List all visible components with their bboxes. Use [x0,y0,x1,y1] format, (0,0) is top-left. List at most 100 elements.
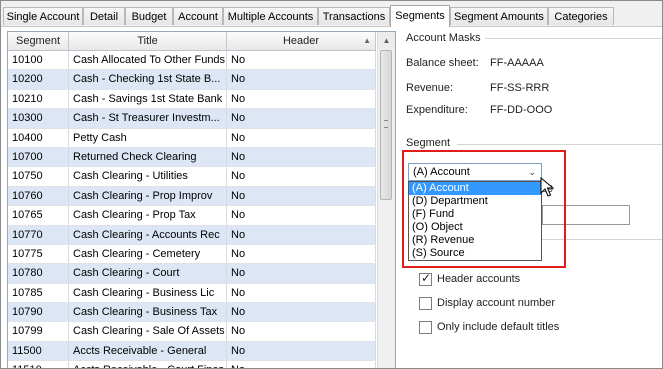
tab-single-account[interactable]: Single Account [3,7,83,25]
tab-multiple-accounts[interactable]: Multiple Accounts [223,7,318,25]
right-panel: Account Masks Balance sheet: FF-AAAAA Re… [397,27,662,368]
tab-detail[interactable]: Detail [83,7,125,25]
segment-cell: 10700 [8,147,69,167]
option-revenue[interactable]: (R) Revenue [409,234,541,247]
title-cell: Accts Receivable - General [69,341,227,361]
segment-cell: 10775 [8,244,69,264]
checkmark-icon: ✓ [421,271,432,285]
display-account-number-checkbox[interactable] [419,297,432,310]
header-accounts-checkbox[interactable]: ✓ [419,271,432,286]
title-cell: Cash Clearing - Prop Tax [69,206,227,225]
segment-cell: 10785 [8,283,69,303]
header-cell: No [227,70,376,89]
table-row[interactable]: 10765 Cash Clearing - Prop Tax No [8,206,376,226]
column-header-title[interactable]: Title [69,32,227,50]
mouse-cursor-icon [540,177,555,197]
header-cell: No [227,361,376,368]
segment-text-input[interactable] [542,205,630,225]
only-default-titles-checkbox[interactable] [419,321,432,334]
table-row[interactable]: 10785 Cash Clearing - Business Lic No [8,283,376,304]
divider [542,239,662,240]
column-header-header[interactable]: Header ▲ [227,32,376,50]
account-masks-label: Account Masks [406,32,485,44]
table-row[interactable]: 10200 Cash - Checking 1st State B... No [8,70,376,90]
balance-sheet-mask: FF-AAAAA [490,57,544,69]
header-cell: No [227,225,376,244]
header-cell: No [227,51,376,70]
header-cell: No [227,303,376,322]
tab-account[interactable]: Account [173,7,223,25]
balance-sheet-label: Balance sheet: [406,57,479,69]
segment-cell: 11510 [8,361,69,368]
table-row[interactable]: 10799 Cash Clearing - Sale Of Assets No [8,322,376,342]
option-object[interactable]: (O) Object [409,221,541,234]
vertical-scrollbar[interactable]: ▲ [377,32,395,368]
segments-grid[interactable]: Segment Title Header ▲ 10100 Cash Allocat… [7,31,396,368]
table-row[interactable]: 11500 Accts Receivable - General No [8,341,376,362]
title-cell: Petty Cash [69,128,227,147]
segment-cell: 10200 [8,70,69,89]
table-row[interactable]: 11510Accts Receivable - Court FinesNo [8,361,376,368]
only-default-titles-label: Only include default titles [437,321,560,333]
segment-dropdown-list[interactable]: (A) Account (D) Department (F) Fund (O) … [408,181,542,261]
segment-cell: 10780 [8,264,69,283]
segment-cell: 10790 [8,303,69,322]
table-row[interactable]: 10790 Cash Clearing - Business Tax No [8,303,376,323]
chevron-down-icon[interactable]: ⌄ [528,165,536,179]
option-account[interactable]: (A) Account [409,182,541,195]
title-cell: Cash Clearing - Prop Improv [69,186,227,206]
tab-budget[interactable]: Budget [125,7,173,25]
table-row[interactable]: 10300 Cash - St Treasurer Investm... No [8,109,376,129]
display-account-number-label: Display account number [437,297,556,309]
table-row[interactable]: 10210 Cash - Savings 1st State Bank No [8,89,376,110]
option-source[interactable]: (S) Source [409,247,541,260]
table-row[interactable]: 10775 Cash Clearing - Cemetery No [8,244,376,265]
option-fund[interactable]: (F) Fund [409,208,541,221]
segment-cell: 10210 [8,89,69,109]
title-cell: Cash Clearing - Court [69,264,227,283]
table-row[interactable]: 10100 Cash Allocated To Other Funds No [8,51,376,71]
header-cell: No [227,206,376,225]
tab-segments[interactable]: Segments [390,5,450,27]
header-cell: No [227,322,376,341]
divider [457,144,662,145]
tab-bar: Single Account Detail Budget Account Mul… [1,1,662,27]
title-cell: Cash - Savings 1st State Bank [69,89,227,109]
tab-segment-amounts[interactable]: Segment Amounts [450,7,548,25]
scroll-up-icon[interactable]: ▲ [378,32,395,49]
segment-cell: 10770 [8,225,69,244]
table-row[interactable]: 10400 Petty Cash No [8,128,376,148]
grid-header: Segment Title Header ▲ [8,32,376,51]
header-cell: No [227,341,376,361]
title-cell: Cash Clearing - Business Tax [69,303,227,322]
table-row[interactable]: 10750 Cash Clearing - Utilities No [8,167,376,187]
header-cell: No [227,147,376,167]
table-row[interactable]: 10780 Cash Clearing - Court No [8,264,376,284]
segment-cell: 10760 [8,186,69,206]
title-cell: Cash Clearing - Sale Of Assets [69,322,227,341]
option-department[interactable]: (D) Department [409,195,541,208]
revenue-mask: FF-SS-RRR [490,82,550,94]
title-cell: Cash - St Treasurer Investm... [69,109,227,128]
tab-categories[interactable]: Categories [548,7,614,25]
segment-dropdown[interactable]: (A) Account ⌄ [408,163,542,181]
segment-dropdown-value: (A) Account [413,166,470,178]
table-row[interactable]: 10700 Returned Check Clearing No [8,147,376,168]
title-cell: Cash Clearing - Accounts Rec [69,225,227,244]
tab-transactions[interactable]: Transactions [318,7,390,25]
header-accounts-label: Header accounts [437,273,521,285]
expenditure-label: Expenditure: [406,104,468,116]
title-cell: Cash Clearing - Utilities [69,167,227,186]
title-cell: Cash Clearing - Business Lic [69,283,227,303]
scroll-thumb[interactable] [380,50,392,200]
column-header-segment[interactable]: Segment [8,32,69,50]
table-row[interactable]: 10770 Cash Clearing - Accounts Rec No [8,225,376,245]
header-cell: No [227,283,376,303]
app-window: Single Account Detail Budget Account Mul… [0,0,663,369]
revenue-label: Revenue: [406,82,454,94]
column-header-header-label: Header [282,35,320,47]
segment-cell: 10100 [8,51,69,70]
segment-cell: 10300 [8,109,69,128]
title-cell: Accts Receivable - Court Fines [69,361,227,368]
table-row[interactable]: 10760 Cash Clearing - Prop Improv No [8,186,376,207]
